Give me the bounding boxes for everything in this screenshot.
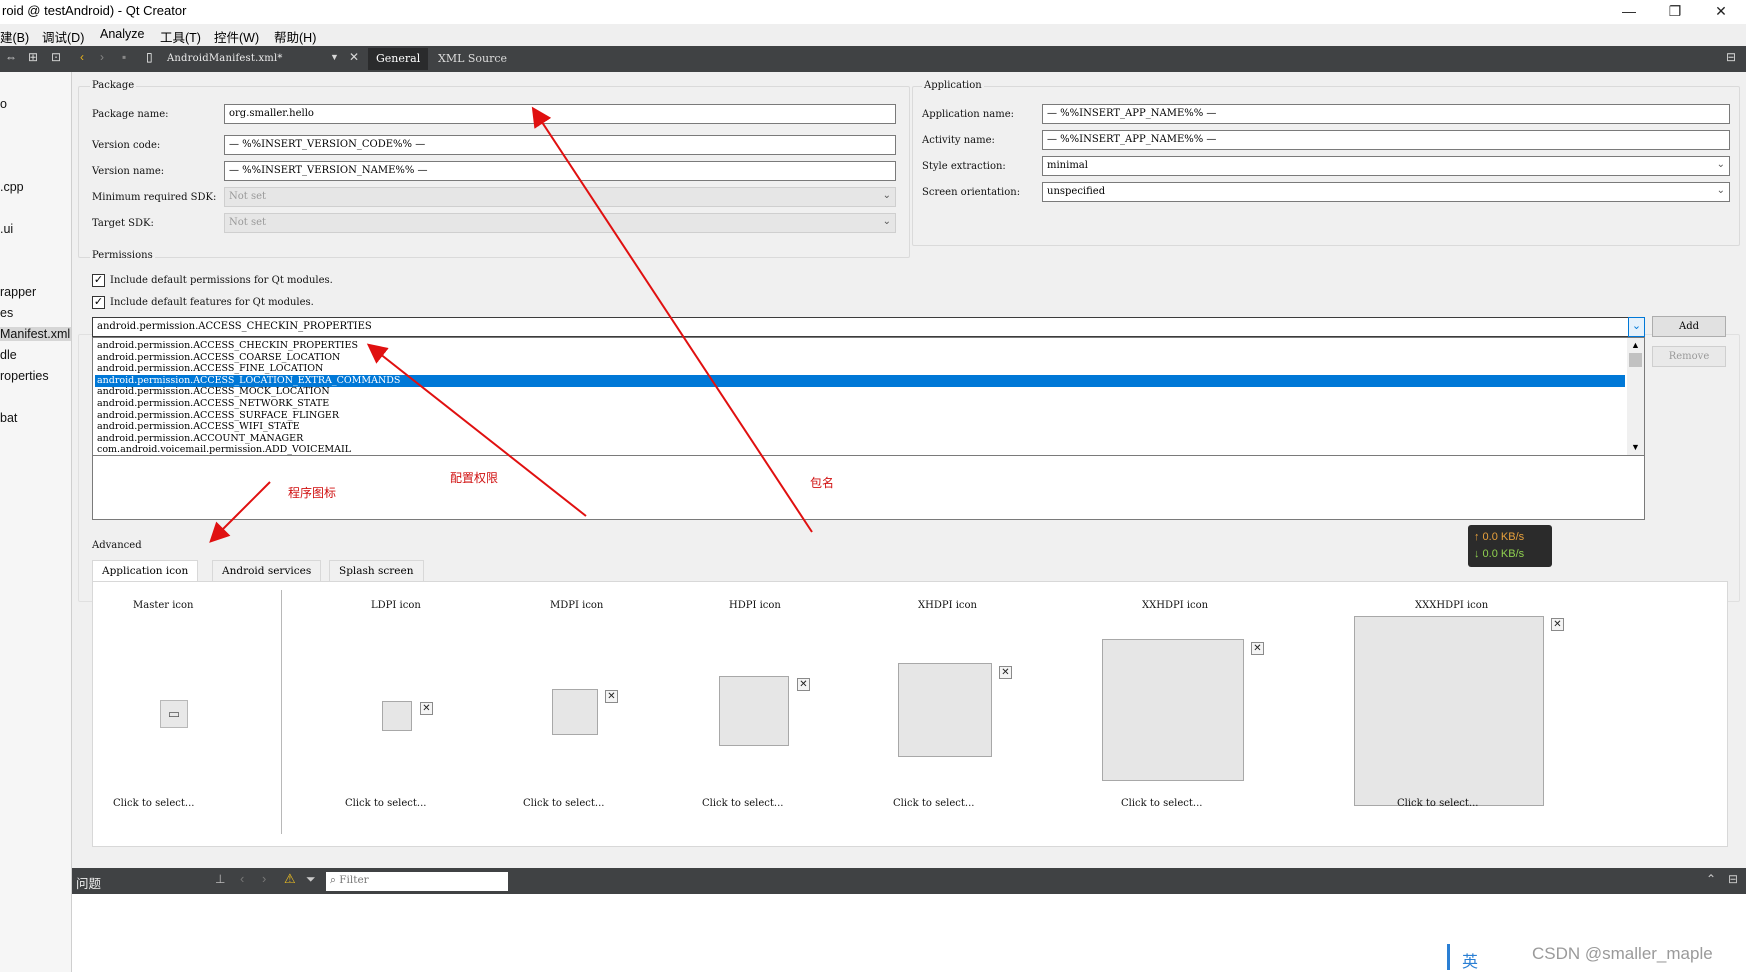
- watermark: CSDN @smaller_maple: [1532, 944, 1713, 963]
- issues-pane-content: [72, 894, 1746, 972]
- issues-filter-input[interactable]: ⌕ Filter: [326, 872, 508, 891]
- warning-icon[interactable]: ⚠: [284, 871, 296, 887]
- filter-icon[interactable]: ⏷: [306, 872, 316, 887]
- network-speed-widget: ↑ 0.0 KB/s ↓ 0.0 KB/s: [1468, 525, 1552, 567]
- build-icon[interactable]: ⊥: [215, 872, 225, 886]
- prev-arrow-icon[interactable]: ‹: [240, 871, 244, 886]
- issues-title[interactable]: 问题: [76, 873, 101, 892]
- package-annotation: 包名: [810, 476, 835, 490]
- search-icon: ⌕: [330, 874, 340, 886]
- ime-indicator-bar: [1447, 944, 1450, 970]
- icon-annotation: 程序图标: [288, 486, 337, 500]
- package-arrow: [531, 106, 813, 533]
- download-speed: ↓ 0.0 KB/s: [1474, 548, 1525, 560]
- chevron-up-icon[interactable]: ⌃: [1706, 872, 1716, 886]
- issues-pane-bar: 问题 ⊥ ‹ › ⚠ ⏷ ⌕ Filter ⌃ ⊟: [72, 868, 1746, 894]
- annotation-arrows: [209, 106, 813, 543]
- icon-arrow: [209, 481, 271, 543]
- filter-placeholder: Filter: [339, 874, 369, 886]
- next-arrow-icon[interactable]: ›: [262, 871, 266, 886]
- permission-arrow: [366, 343, 587, 517]
- upload-speed: ↑ 0.0 KB/s: [1474, 531, 1525, 543]
- maximize-pane-icon[interactable]: ⊟: [1728, 872, 1738, 886]
- ime-indicator[interactable]: 英: [1462, 948, 1478, 972]
- permission-annotation: 配置权限: [450, 471, 499, 485]
